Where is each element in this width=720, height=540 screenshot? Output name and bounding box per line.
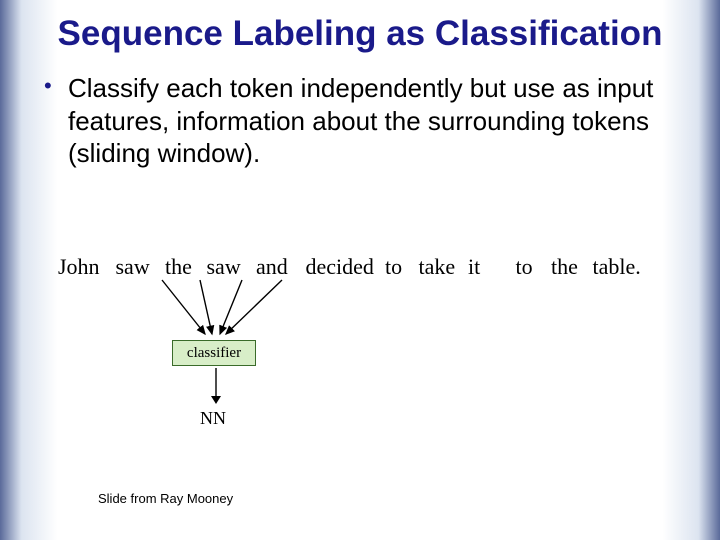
slide: Sequence Labeling as Classification Clas…	[0, 0, 720, 540]
token-john: John	[58, 254, 110, 280]
token-to-2: to	[516, 254, 546, 280]
bullet-item: Classify each token independently but us…	[38, 72, 690, 170]
context-arrows-icon	[150, 278, 290, 338]
token-to-1: to	[385, 254, 413, 280]
output-arrow-icon	[210, 368, 222, 406]
token-the-1: the	[165, 254, 201, 280]
sentence: John saw the saw and decided to take it …	[58, 254, 698, 280]
output-label: NN	[200, 408, 226, 429]
token-decided: decided	[306, 254, 380, 280]
footer-credit: Slide from Ray Mooney	[98, 491, 233, 506]
token-saw-2: saw	[207, 254, 251, 280]
slide-title: Sequence Labeling as Classification	[30, 14, 690, 54]
token-the-2: the	[551, 254, 587, 280]
token-saw-1: saw	[116, 254, 160, 280]
token-it: it	[468, 254, 510, 280]
token-table: table.	[593, 254, 647, 280]
bullet-list: Classify each token independently but us…	[30, 72, 690, 170]
token-and: and	[256, 254, 300, 280]
token-take: take	[419, 254, 463, 280]
classifier-box: classifier	[172, 340, 256, 366]
